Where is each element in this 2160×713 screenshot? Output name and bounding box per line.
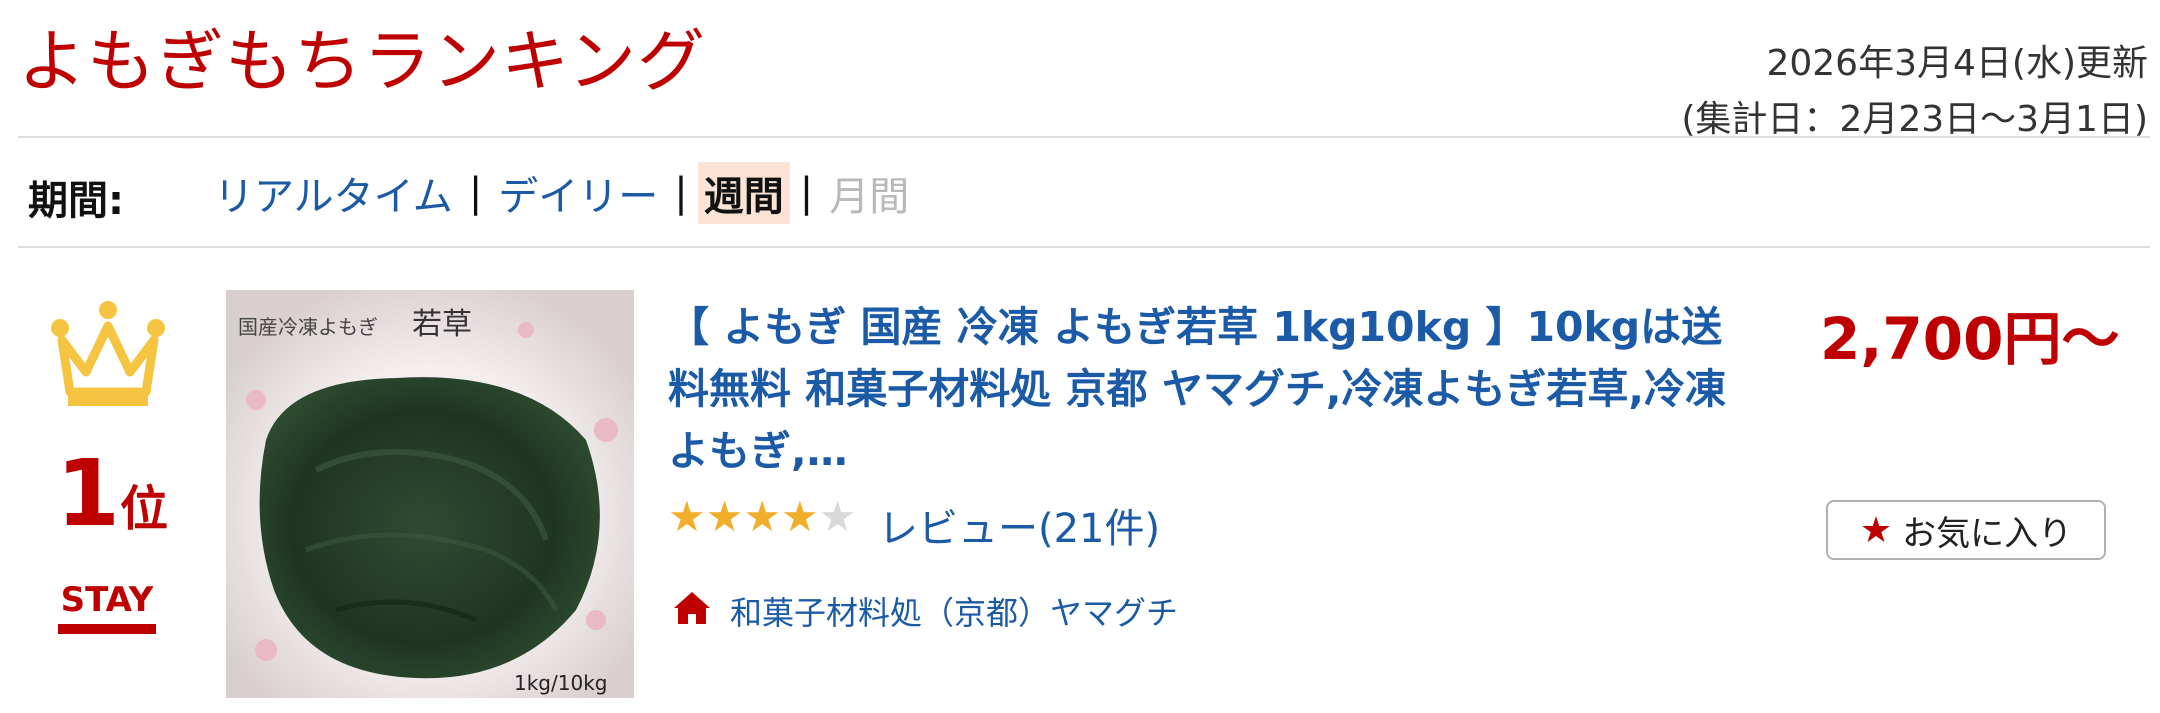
product-photo: 国産冷凍よもぎ 若草 1kg/10kg xyxy=(226,290,634,698)
star-icon: ★ xyxy=(668,492,706,541)
period-tabs: リアルタイム | デイリー | 週間 | 月間 xyxy=(208,162,915,224)
rank-status-underline xyxy=(58,624,156,634)
image-label-big: 若草 xyxy=(412,307,472,342)
rank-number: 1 xyxy=(56,440,121,547)
rank-status: STAY xyxy=(60,580,154,620)
star-icon: ★ xyxy=(1859,509,1893,551)
product-price: 2,700円〜 xyxy=(1820,305,2120,373)
favorite-label: お気に入り xyxy=(1902,513,2073,554)
update-info: 2026年3月4日(水)更新 (集計日：2月23日〜3月1日) xyxy=(1681,36,2148,148)
period-label: 期間: xyxy=(28,178,124,224)
crown-icon xyxy=(51,301,165,406)
product-image[interactable]: 国産冷凍よもぎ 若草 1kg/10kg xyxy=(226,290,634,698)
tab-weekly[interactable]: 週間 xyxy=(697,162,790,224)
tab-monthly: 月間 xyxy=(829,174,910,220)
favorite-button[interactable]: ★ お気に入り xyxy=(1826,500,2106,560)
rank-suffix: 位 xyxy=(120,481,169,537)
star-icon: ★ xyxy=(705,492,744,541)
ranking-title: よもぎもちランキング xyxy=(18,23,706,102)
star-empty-icon: ★ xyxy=(818,492,857,541)
period-divider xyxy=(18,246,2150,248)
tab-realtime[interactable]: リアルタイム xyxy=(208,162,459,224)
update-date: 2026年3月4日(水)更新 xyxy=(1766,43,2148,84)
shop-link[interactable]: 和菓子材料処（京都）ヤマグチ xyxy=(730,588,1178,634)
tab-separator: | xyxy=(799,170,814,216)
image-label-top: 国産冷凍よもぎ xyxy=(238,315,378,339)
image-label-weight: 1kg/10kg xyxy=(514,671,607,695)
star-icon: ★ xyxy=(743,492,781,541)
rank: 1位 xyxy=(56,440,168,547)
product-title-link[interactable]: 【 よもぎ 国産 冷凍 よもぎ若草 1kg10kg 】10kgは送料無料 和菓子… xyxy=(668,296,1728,482)
tab-daily[interactable]: デイリー xyxy=(492,162,664,224)
header-divider xyxy=(18,136,2150,138)
aggregation-range: (集計日：2月23日〜3月1日) xyxy=(1681,99,2148,140)
review-link[interactable]: レビュー(21件) xyxy=(878,496,1160,554)
star-icon: ★ xyxy=(780,492,819,541)
tab-separator: | xyxy=(468,170,483,216)
shop-home-icon xyxy=(674,592,710,624)
tab-separator: | xyxy=(674,170,688,216)
rating-stars: ★★★★★ xyxy=(668,492,856,541)
